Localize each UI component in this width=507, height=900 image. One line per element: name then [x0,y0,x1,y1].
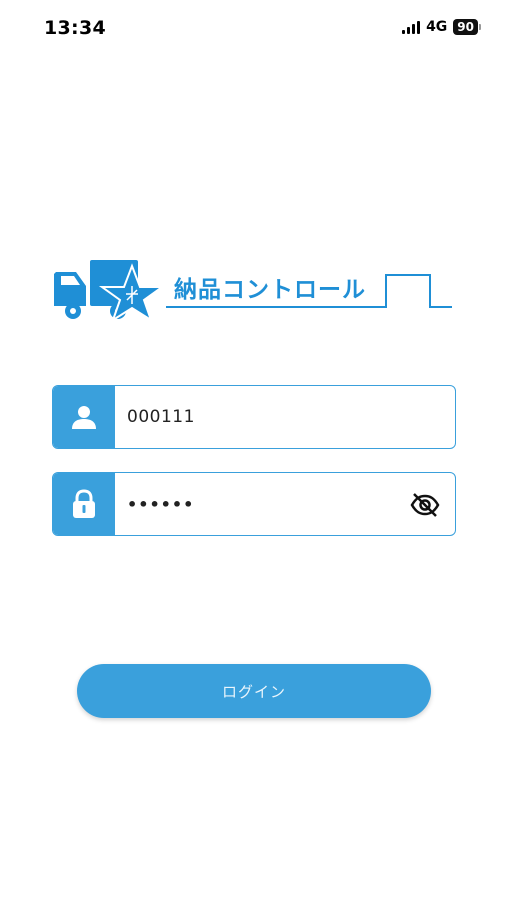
password-visibility-toggle[interactable] [409,490,441,520]
status-bar: 13:34 4G 90 [0,0,507,56]
app-logo: 納品コントロール [52,256,456,322]
signal-icon [402,20,421,34]
login-button[interactable]: ログイン [77,664,431,718]
eye-off-icon [410,493,440,517]
battery-icon: 90 [453,19,481,35]
battery-level: 90 [453,19,478,35]
status-time: 13:34 [44,17,106,39]
password-field[interactable]: •••••• [52,472,456,536]
user-id-input[interactable]: 000111 [127,386,195,448]
status-indicators: 4G 90 [402,19,481,35]
user-id-field[interactable]: 000111 [52,385,456,449]
lock-icon-box [53,473,115,535]
logo-text: 納品コントロール [174,277,366,303]
password-input[interactable]: •••••• [127,473,194,535]
user-icon-box [53,386,115,448]
lock-icon [73,489,95,518]
user-icon [72,406,96,429]
network-type: 4G [426,19,448,35]
